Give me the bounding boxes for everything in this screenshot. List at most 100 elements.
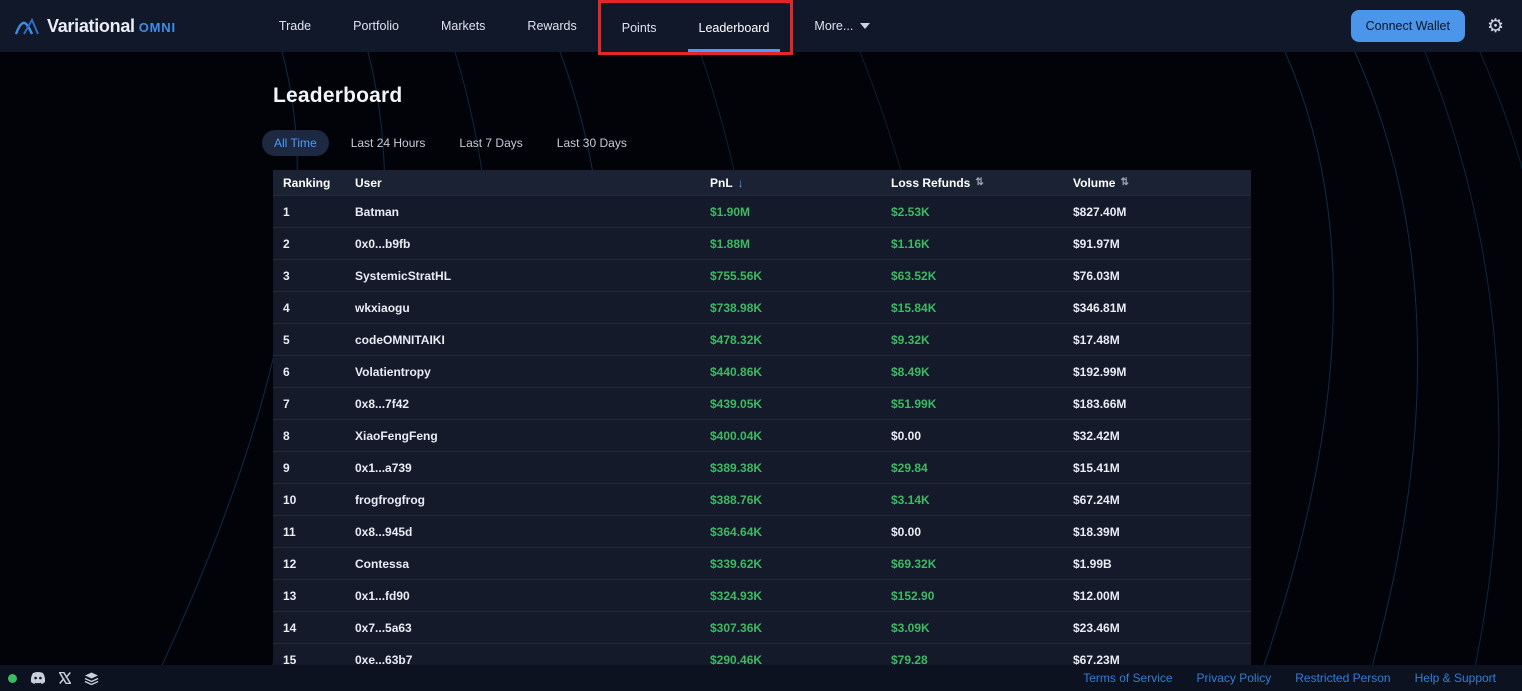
cell-volume: $15.41M	[1073, 461, 1251, 475]
discord-icon[interactable]	[30, 672, 46, 684]
sort-toggle-icon[interactable]: ⇅	[975, 177, 983, 188]
cell-loss-refunds: $8.49K	[891, 365, 1073, 379]
column-header-pnl[interactable]: PnL ↓	[710, 176, 891, 190]
table-row[interactable]: 2 0x0...b9fb $1.88M $1.16K $91.97M	[273, 227, 1251, 259]
nav-item-more[interactable]: More...	[793, 0, 891, 52]
table-row[interactable]: 6 Volatientropy $440.86K $8.49K $192.99M	[273, 355, 1251, 387]
red-highlight-box: Points Leaderboard	[598, 0, 794, 55]
link-privacy-policy[interactable]: Privacy Policy	[1197, 671, 1272, 685]
column-label: PnL	[710, 176, 733, 190]
cell-pnl: $339.62K	[710, 557, 891, 571]
cell-volume: $67.24M	[1073, 493, 1251, 507]
cell-ranking: 14	[283, 621, 355, 635]
cell-ranking: 2	[283, 237, 355, 251]
cell-user: 0x8...945d	[355, 525, 710, 539]
nav-item-leaderboard[interactable]: Leaderboard	[678, 3, 791, 52]
column-label: Volume	[1073, 176, 1115, 190]
column-header-user[interactable]: User	[355, 176, 710, 190]
cell-ranking: 1	[283, 205, 355, 219]
cell-volume: $1.99B	[1073, 557, 1251, 571]
connect-wallet-button[interactable]: Connect Wallet	[1351, 10, 1465, 42]
cell-pnl: $364.64K	[710, 525, 891, 539]
nav-item-trade[interactable]: Trade	[258, 0, 332, 52]
table-row[interactable]: 3 SystemicStratHL $755.56K $63.52K $76.0…	[273, 259, 1251, 291]
page-title: Leaderboard	[273, 84, 1251, 108]
cell-user: 0x1...a739	[355, 461, 710, 475]
cell-pnl: $1.90M	[710, 205, 891, 219]
column-header-ranking[interactable]: Ranking	[283, 176, 355, 190]
link-help-support[interactable]: Help & Support	[1415, 671, 1496, 685]
cell-pnl: $755.56K	[710, 269, 891, 283]
cell-loss-refunds: $29.84	[891, 461, 1073, 475]
cell-volume: $12.00M	[1073, 589, 1251, 603]
nav-item-rewards[interactable]: Rewards	[506, 0, 597, 52]
table-row[interactable]: 11 0x8...945d $364.64K $0.00 $18.39M	[273, 515, 1251, 547]
nav-item-portfolio[interactable]: Portfolio	[332, 0, 420, 52]
column-label: Loss Refunds	[891, 176, 970, 190]
table-row[interactable]: 10 frogfrogfrog $388.76K $3.14K $67.24M	[273, 483, 1251, 515]
cell-pnl: $388.76K	[710, 493, 891, 507]
cell-ranking: 7	[283, 397, 355, 411]
brand-suffix: OMNI	[139, 20, 176, 35]
link-restricted-person[interactable]: Restricted Person	[1295, 671, 1390, 685]
tab-last-30-days[interactable]: Last 30 Days	[545, 130, 639, 156]
cell-volume: $827.40M	[1073, 205, 1251, 219]
table-row[interactable]: 8 XiaoFengFeng $400.04K $0.00 $32.42M	[273, 419, 1251, 451]
cell-loss-refunds: $152.90	[891, 589, 1073, 603]
cell-user: Batman	[355, 205, 710, 219]
table-row[interactable]: 4 wkxiaogu $738.98K $15.84K $346.81M	[273, 291, 1251, 323]
layers-icon[interactable]	[84, 672, 99, 685]
table-row[interactable]: 7 0x8...7f42 $439.05K $51.99K $183.66M	[273, 387, 1251, 419]
cell-loss-refunds: $51.99K	[891, 397, 1073, 411]
table-row[interactable]: 13 0x1...fd90 $324.93K $152.90 $12.00M	[273, 579, 1251, 611]
table-row[interactable]: 14 0x7...5a63 $307.36K $3.09K $23.46M	[273, 611, 1251, 643]
footer-links: Terms of Service Privacy Policy Restrict…	[1083, 671, 1496, 685]
cell-loss-refunds: $0.00	[891, 525, 1073, 539]
table-body: 1 Batman $1.90M $2.53K $827.40M 2 0x0...…	[273, 195, 1251, 675]
footer-social-icons	[8, 672, 99, 685]
cell-loss-refunds: $0.00	[891, 429, 1073, 443]
sort-desc-icon[interactable]: ↓	[738, 176, 744, 190]
table-header-row: Ranking User PnL ↓ Loss Refunds ⇅ Volume…	[273, 170, 1251, 195]
column-header-loss-refunds[interactable]: Loss Refunds ⇅	[891, 176, 1073, 190]
column-header-volume[interactable]: Volume ⇅	[1073, 176, 1251, 190]
cell-loss-refunds: $2.53K	[891, 205, 1073, 219]
cell-volume: $192.99M	[1073, 365, 1251, 379]
time-filter-tabs: All Time Last 24 Hours Last 7 Days Last …	[262, 130, 1251, 156]
cell-volume: $17.48M	[1073, 333, 1251, 347]
link-terms-of-service[interactable]: Terms of Service	[1083, 671, 1172, 685]
cell-loss-refunds: $69.32K	[891, 557, 1073, 571]
cell-volume: $346.81M	[1073, 301, 1251, 315]
table-row[interactable]: 5 codeOMNITAIKI $478.32K $9.32K $17.48M	[273, 323, 1251, 355]
table-row[interactable]: 1 Batman $1.90M $2.53K $827.40M	[273, 195, 1251, 227]
cell-user: 0x0...b9fb	[355, 237, 710, 251]
tab-all-time[interactable]: All Time	[262, 130, 329, 156]
gear-icon[interactable]: ⚙	[1487, 17, 1504, 36]
cell-pnl: $439.05K	[710, 397, 891, 411]
brand-logo[interactable]: Variational OMNI	[14, 16, 176, 37]
cell-ranking: 4	[283, 301, 355, 315]
cell-loss-refunds: $15.84K	[891, 301, 1073, 315]
cell-loss-refunds: $1.16K	[891, 237, 1073, 251]
leaderboard-table: Ranking User PnL ↓ Loss Refunds ⇅ Volume…	[273, 170, 1251, 675]
cell-pnl: $440.86K	[710, 365, 891, 379]
cell-pnl: $307.36K	[710, 621, 891, 635]
nav-item-markets[interactable]: Markets	[420, 0, 506, 52]
cell-user: codeOMNITAIKI	[355, 333, 710, 347]
cell-pnl: $400.04K	[710, 429, 891, 443]
tab-last-7-days[interactable]: Last 7 Days	[447, 130, 534, 156]
main-nav: Trade Portfolio Markets Rewards Points L…	[258, 0, 891, 52]
sort-toggle-icon[interactable]: ⇅	[1120, 177, 1128, 188]
tab-last-24-hours[interactable]: Last 24 Hours	[339, 130, 438, 156]
nav-item-points[interactable]: Points	[601, 3, 678, 52]
x-twitter-icon[interactable]	[59, 672, 71, 684]
cell-pnl: $478.32K	[710, 333, 891, 347]
cell-user: XiaoFengFeng	[355, 429, 710, 443]
cell-ranking: 8	[283, 429, 355, 443]
cell-volume: $18.39M	[1073, 525, 1251, 539]
table-row[interactable]: 9 0x1...a739 $389.38K $29.84 $15.41M	[273, 451, 1251, 483]
cell-user: 0x7...5a63	[355, 621, 710, 635]
cell-volume: $183.66M	[1073, 397, 1251, 411]
cell-loss-refunds: $3.09K	[891, 621, 1073, 635]
table-row[interactable]: 12 Contessa $339.62K $69.32K $1.99B	[273, 547, 1251, 579]
